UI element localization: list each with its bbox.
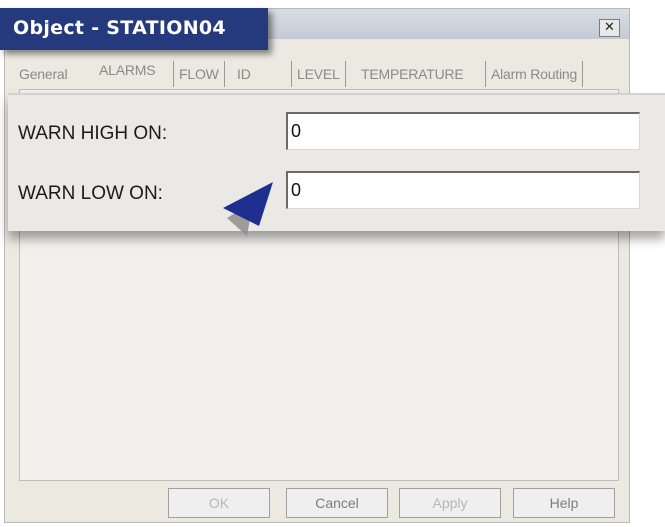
object-properties-dialog: ✕ General ALARMS FLOW ID LEVEL TEMPERATU…	[4, 8, 630, 523]
warn-low-label: WARN LOW ON:	[18, 183, 163, 204]
warn-high-label: WARN HIGH ON:	[18, 123, 168, 144]
help-button[interactable]: Help	[513, 488, 615, 518]
ok-button[interactable]: OK	[168, 488, 270, 518]
tab-level[interactable]: LEVEL	[291, 61, 346, 87]
tab-flow[interactable]: FLOW	[173, 61, 225, 87]
tab-id[interactable]: ID	[237, 61, 251, 87]
tab-temperature[interactable]: TEMPERATURE	[361, 61, 464, 87]
close-button[interactable]: ✕	[599, 19, 620, 37]
tab-alarms[interactable]: ALARMS	[99, 57, 156, 83]
apply-button[interactable]: Apply	[399, 488, 501, 518]
cancel-button[interactable]: Cancel	[286, 488, 388, 518]
tab-general[interactable]: General	[19, 61, 68, 87]
arrow-pointer-icon	[223, 182, 273, 236]
warn-low-input[interactable]: 0	[286, 171, 640, 209]
title-overlay: Object - STATION04	[0, 8, 268, 50]
warn-high-input[interactable]: 0	[286, 112, 640, 150]
window-title: Object - STATION04	[13, 17, 226, 39]
tab-alarm-routing[interactable]: Alarm Routing	[485, 61, 584, 87]
zoomed-alarm-fields-panel: WARN HIGH ON: 0 WARN LOW ON: 0	[8, 93, 665, 231]
